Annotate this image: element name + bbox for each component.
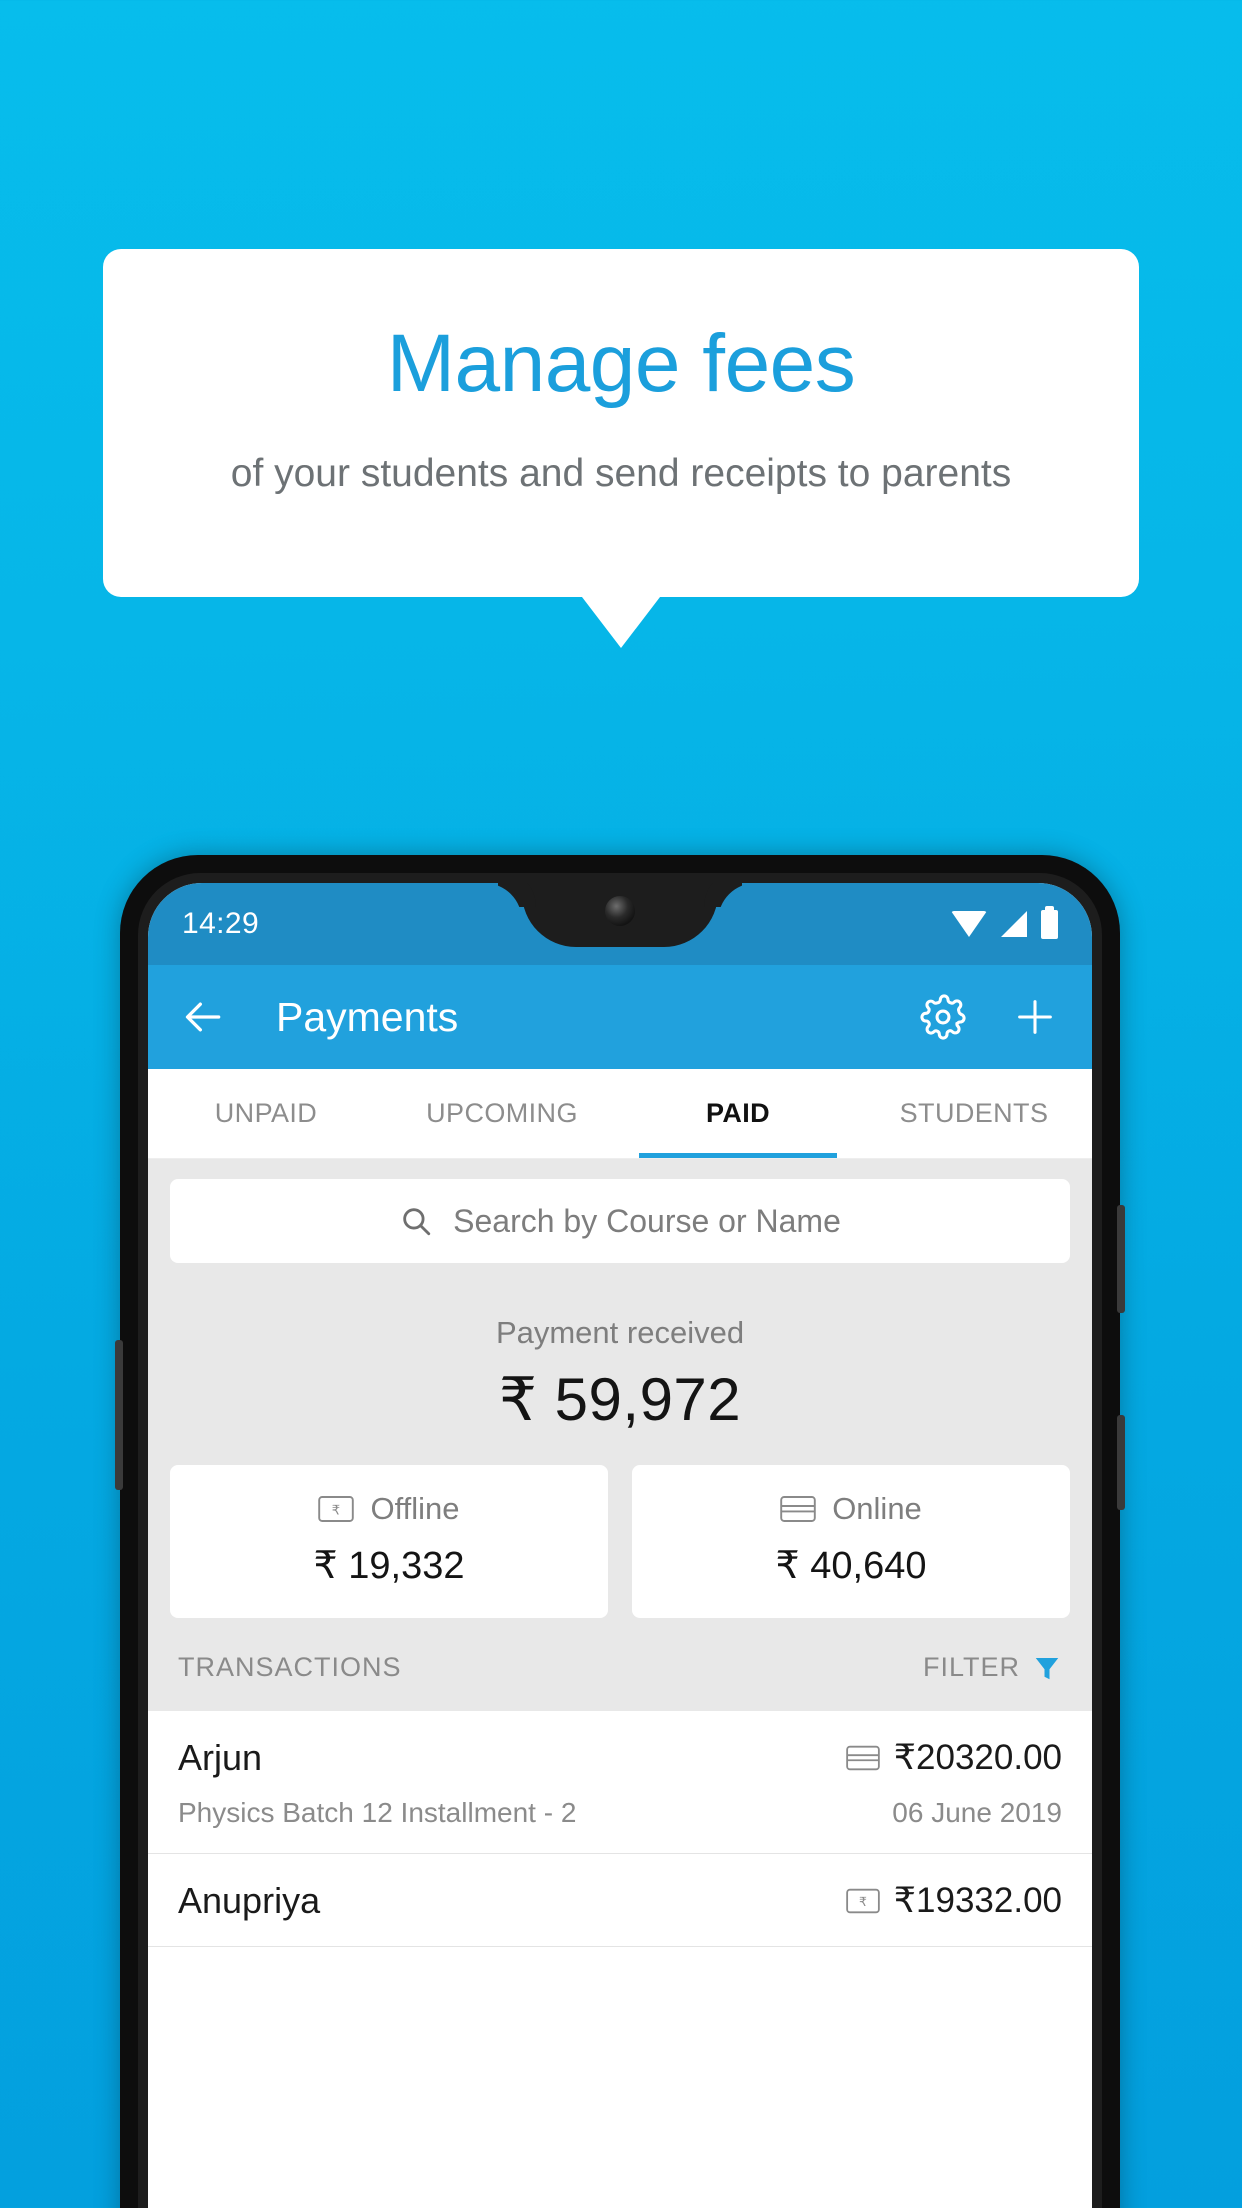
filter-label: FILTER: [922, 1652, 1020, 1682]
wifi-icon: [951, 911, 987, 937]
transaction-amount-group: ₹ ₹19332.00: [845, 1881, 1062, 1921]
search-icon: [399, 1204, 433, 1238]
tab-bar: UNPAID UPCOMING PAID STUDENTS: [148, 1069, 1092, 1159]
phone-bezel: 14:29 Payments UNPAID UPCOMING PAID STUD…: [138, 873, 1102, 2208]
search-wrapper: Search by Course or Name: [148, 1159, 1092, 1263]
offline-card-header: ₹ Offline: [170, 1491, 608, 1527]
online-card-header: Online: [632, 1491, 1070, 1527]
rupee-note-icon: ₹: [845, 1888, 880, 1914]
svg-text:₹: ₹: [859, 1894, 867, 1909]
plus-icon[interactable]: [1012, 994, 1058, 1040]
table-row[interactable]: Anupriya ₹ ₹19332.00: [148, 1854, 1092, 1947]
battery-icon: [1041, 905, 1058, 939]
tab-unpaid[interactable]: UNPAID: [148, 1069, 384, 1158]
payment-summary: Payment received ₹ 59,972: [148, 1263, 1092, 1449]
credit-card-icon: [780, 1495, 816, 1523]
app-bar-title: Payments: [276, 993, 459, 1040]
tab-students[interactable]: STUDENTS: [856, 1069, 1092, 1158]
promo-title: Manage fees: [386, 318, 856, 409]
transaction-primary-line: Anupriya ₹ ₹19332.00: [178, 1880, 1062, 1922]
online-card[interactable]: Online ₹ 40,640: [632, 1465, 1070, 1618]
tab-upcoming[interactable]: UPCOMING: [384, 1069, 620, 1158]
promo-callout-card: Manage fees of your students and send re…: [103, 249, 1139, 597]
gear-icon[interactable]: [920, 994, 966, 1040]
offline-card[interactable]: ₹ Offline ₹ 19,332: [170, 1465, 608, 1618]
transactions-section-header: TRANSACTIONS FILTER: [148, 1618, 1092, 1711]
transaction-amount: ₹19332.00: [893, 1881, 1062, 1920]
payment-received-label: Payment received: [495, 1315, 745, 1350]
transaction-description: Physics Batch 12 Installment - 2: [178, 1797, 577, 1828]
transaction-primary-line: Arjun ₹20320.00: [178, 1737, 1062, 1779]
rupee-note-icon: ₹: [318, 1495, 355, 1523]
transaction-date: 06 June 2019: [892, 1797, 1062, 1828]
back-arrow-icon[interactable]: [182, 995, 226, 1039]
signal-icon: [1001, 911, 1027, 937]
promo-subtitle: of your students and send receipts to pa…: [230, 452, 1012, 495]
app-bar-actions: [920, 994, 1058, 1040]
search-placeholder-text: Search by Course or Name: [453, 1202, 841, 1239]
front-camera-icon: [605, 896, 635, 926]
power-button[interactable]: [1117, 1205, 1125, 1313]
status-bar-time: 14:29: [182, 907, 260, 940]
phone-mockup: 14:29 Payments UNPAID UPCOMING PAID STUD…: [115, 855, 1125, 2208]
transaction-amount: ₹20320.00: [893, 1738, 1062, 1777]
filter-button[interactable]: FILTER: [923, 1652, 1062, 1683]
online-card-amount: ₹ 40,640: [775, 1545, 927, 1587]
volume-down-button[interactable]: [115, 1340, 123, 1490]
payment-received-amount: ₹ 59,972: [498, 1366, 742, 1433]
app-bar: Payments: [148, 965, 1092, 1069]
transaction-name: Anupriya: [178, 1880, 321, 1921]
transaction-list: Arjun ₹20320.00 Physics Batch 12 Install…: [148, 1711, 1092, 1947]
offline-card-label: Offline: [370, 1491, 460, 1526]
phone-screen: 14:29 Payments UNPAID UPCOMING PAID STUD…: [148, 883, 1092, 2208]
transaction-secondary-line: Physics Batch 12 Installment - 2 06 June…: [178, 1797, 1062, 1829]
volume-up-button[interactable]: [1117, 1415, 1125, 1510]
offline-card-amount: ₹ 19,332: [313, 1545, 465, 1587]
table-row[interactable]: Arjun ₹20320.00 Physics Batch 12 Install…: [148, 1711, 1092, 1854]
status-bar: 14:29: [148, 883, 1092, 965]
search-input[interactable]: Search by Course or Name: [170, 1179, 1070, 1263]
funnel-icon: [1032, 1653, 1062, 1683]
transactions-label: TRANSACTIONS: [178, 1652, 402, 1682]
status-bar-icons: [951, 905, 1058, 939]
tab-paid[interactable]: PAID: [620, 1069, 856, 1158]
svg-text:₹: ₹: [332, 1503, 340, 1518]
online-card-label: Online: [832, 1491, 922, 1526]
transaction-name: Arjun: [178, 1737, 263, 1778]
content-area: Search by Course or Name Payment receive…: [148, 1159, 1092, 1947]
promo-callout-tail: [582, 597, 660, 648]
method-cards: ₹ Offline ₹ 19,332 Online ₹ 40,640: [148, 1449, 1092, 1618]
transaction-amount-group: ₹20320.00: [845, 1738, 1062, 1778]
credit-card-icon: [845, 1745, 880, 1771]
